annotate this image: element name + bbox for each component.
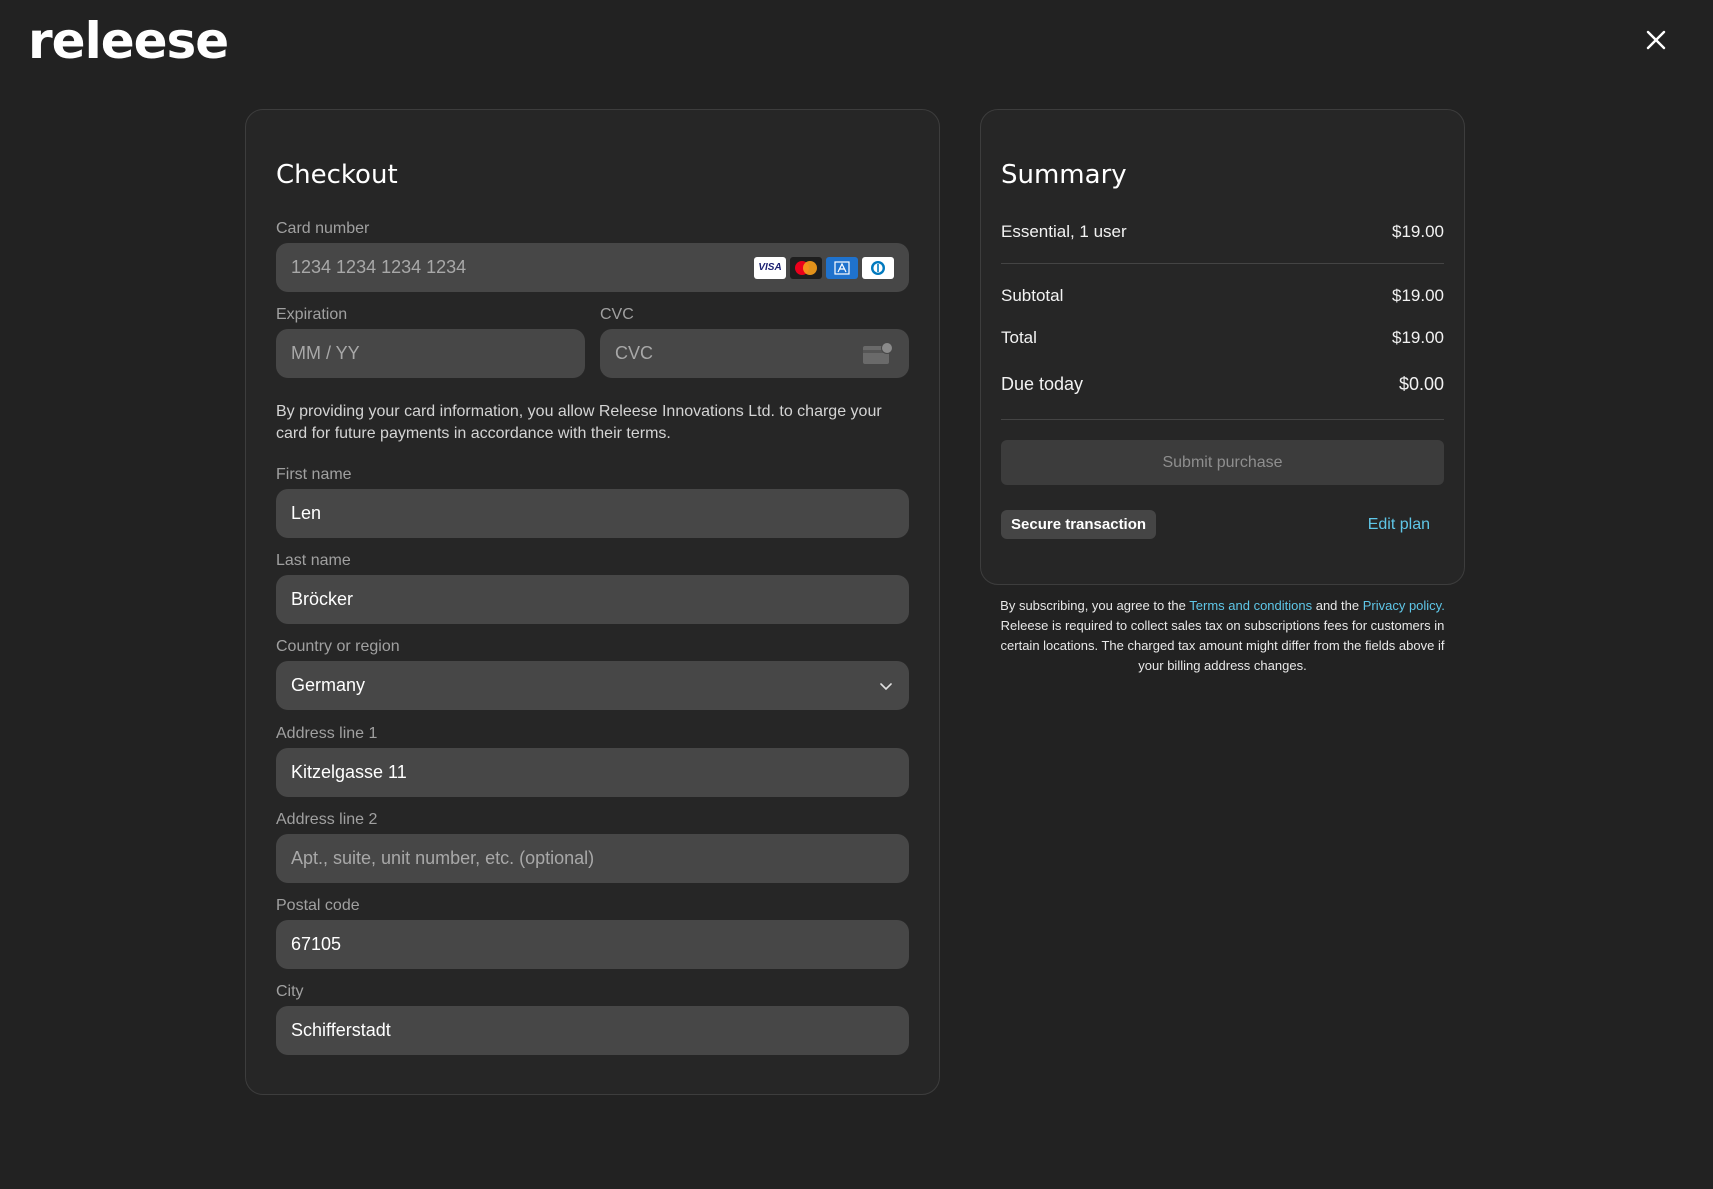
country-label: Country or region: [276, 638, 400, 655]
country-value: Germany: [291, 675, 366, 695]
submit-purchase-button[interactable]: Submit purchase: [1001, 440, 1444, 485]
first-name-value: Len: [291, 503, 322, 523]
terms-link[interactable]: Terms and conditions: [1189, 598, 1312, 613]
address1-input[interactable]: Kitzelgasse 11: [276, 748, 909, 797]
address2-placeholder: Apt., suite, unit number, etc. (optional…: [291, 848, 595, 868]
close-icon: [1646, 30, 1666, 50]
card-number-placeholder: 1234 1234 1234 1234: [291, 257, 467, 277]
expiration-placeholder: MM / YY: [291, 343, 360, 363]
address1-value: Kitzelgasse 11: [291, 762, 407, 782]
first-name-input[interactable]: Len: [276, 489, 909, 538]
checkout-panel: Checkout Card number 1234 1234 1234 1234…: [245, 109, 940, 1095]
expiration-input[interactable]: MM / YY: [276, 329, 585, 378]
postal-code-value: 67105: [291, 934, 342, 954]
subtotal-row: Subtotal $19.00: [1001, 286, 1444, 306]
postal-code-input[interactable]: 67105: [276, 920, 909, 969]
last-name-label: Last name: [276, 552, 351, 569]
last-name-value: Bröcker: [291, 589, 354, 609]
plan-amount: $19.00: [1392, 222, 1444, 241]
mastercard-icon: [790, 256, 822, 279]
city-value: Schifferstadt: [291, 1020, 391, 1040]
subtotal-amount: $19.00: [1392, 286, 1444, 305]
total-label: Total: [1001, 328, 1037, 347]
plan-label: Essential, 1 user: [1001, 222, 1127, 241]
card-number-label: Card number: [276, 220, 370, 237]
summary-panel: Summary Essential, 1 user $19.00 Subtota…: [980, 109, 1465, 585]
releese-logo: releese: [28, 12, 229, 70]
cvc-label: CVC: [600, 306, 634, 323]
country-select[interactable]: Germany: [276, 661, 909, 710]
expiration-label: Expiration: [276, 306, 348, 323]
cvc-placeholder: CVC: [615, 343, 654, 363]
plan-row: Essential, 1 user $19.00: [1001, 222, 1444, 242]
last-name-input[interactable]: Bröcker: [276, 575, 909, 624]
subtotal-label: Subtotal: [1001, 286, 1064, 305]
diners-icon: [862, 256, 894, 279]
total-amount: $19.00: [1392, 328, 1444, 347]
legal-pre: By subscribing, you agree to the: [1000, 598, 1190, 613]
summary-divider: [1001, 263, 1444, 264]
visa-icon: VISA: [754, 256, 786, 279]
address2-input[interactable]: Apt., suite, unit number, etc. (optional…: [276, 834, 909, 883]
close-button[interactable]: [1640, 24, 1672, 56]
address2-label: Address line 2: [276, 811, 378, 828]
first-name-label: First name: [276, 466, 352, 483]
city-label: City: [276, 983, 304, 1000]
total-row: Total $19.00: [1001, 328, 1444, 348]
legal-post: Releese is required to collect sales tax…: [1000, 618, 1445, 673]
cvc-input[interactable]: CVC: [600, 329, 909, 378]
city-input[interactable]: Schifferstadt: [276, 1006, 909, 1055]
legal-notice: By subscribing, you agree to the Terms a…: [1000, 596, 1445, 676]
postal-code-label: Postal code: [276, 897, 360, 914]
amex-icon: [826, 256, 858, 279]
checkout-title: Checkout: [276, 160, 398, 190]
privacy-link[interactable]: Privacy policy.: [1363, 598, 1445, 613]
chevron-down-icon: [880, 682, 892, 690]
due-today-row: Due today $0.00: [1001, 374, 1444, 395]
address1-label: Address line 1: [276, 725, 378, 742]
cvc-card-icon: [863, 341, 893, 364]
card-brand-icons: VISA: [754, 256, 894, 279]
edit-plan-link[interactable]: Edit plan: [1368, 516, 1430, 534]
card-consent-text: By providing your card information, you …: [276, 403, 882, 442]
summary-title: Summary: [1001, 160, 1127, 190]
legal-mid: and the: [1312, 598, 1363, 613]
secure-transaction-badge: Secure transaction: [1001, 510, 1157, 539]
due-today-label: Due today: [1001, 374, 1084, 394]
due-today-amount: $0.00: [1398, 374, 1444, 394]
card-number-input[interactable]: 1234 1234 1234 1234 VISA: [276, 243, 909, 292]
summary-divider-bottom: [1001, 419, 1444, 420]
